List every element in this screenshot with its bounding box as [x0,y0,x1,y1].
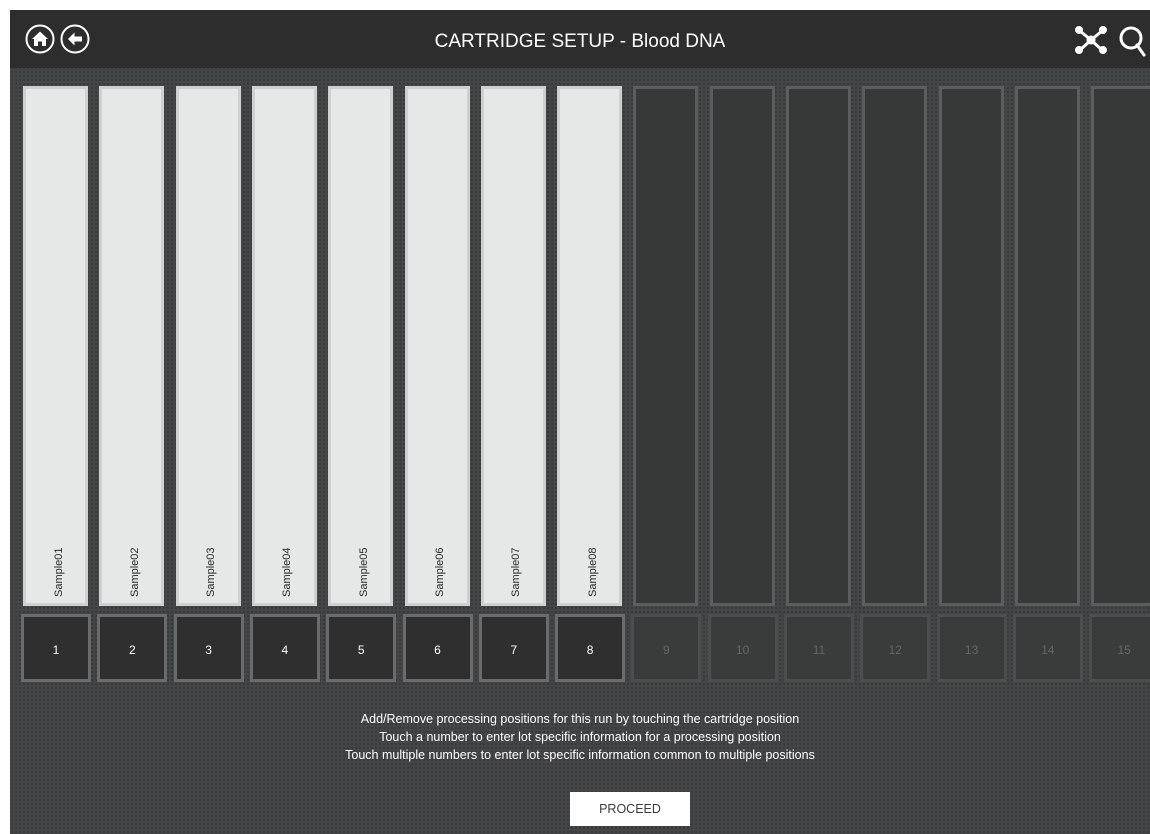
sample-label: Sample06 [434,547,446,597]
cartridge-slot-10[interactable] [709,86,775,606]
network-button[interactable] [1072,24,1110,61]
sample-label: Sample01 [52,547,65,597]
sample-label: Sample03 [205,547,218,597]
cartridge-slot-1[interactable]: Sample01 [23,86,88,606]
position-number-10[interactable]: 10 [707,614,778,682]
instruction-line: Add/Remove processing positions for this… [360,712,800,726]
position-number-9[interactable]: 9 [631,614,702,682]
position-number-5[interactable]: 5 [326,614,397,682]
cartridge-slot-12[interactable] [862,86,928,606]
position-number-14[interactable]: 14 [1012,614,1083,682]
sample-label: Sample05 [357,547,370,597]
cartridge-slot-15[interactable] [1091,86,1150,606]
position-number-8[interactable]: 8 [555,614,626,682]
header-bar: CARTRIDGE SETUP - Blood DNA [10,10,1150,68]
position-number-11[interactable]: 11 [784,614,854,682]
position-number-13[interactable]: 13 [936,614,1007,682]
cartridge-slot-6[interactable]: Sample06 [404,86,470,606]
position-number-4[interactable]: 4 [249,614,320,682]
instruction-line: Touch multiple numbers to enter lot spec… [345,748,815,762]
position-number-3[interactable]: 3 [173,614,244,682]
sample-label: Sample04 [281,547,294,597]
sample-label: Sample07 [510,547,523,597]
cartridge-slot-4[interactable]: Sample04 [251,86,317,606]
cartridge-slot-9[interactable] [633,86,699,606]
cartridge-slot-7[interactable]: Sample07 [480,86,546,606]
position-number-2[interactable]: 2 [97,614,168,682]
instructions: Add/Remove processing positions for this… [10,710,1150,764]
network-icon [1075,26,1107,54]
cartridge-slot-5[interactable]: Sample05 [328,86,394,606]
position-number-6[interactable]: 6 [402,614,473,682]
position-number-7[interactable]: 7 [478,614,549,682]
cartridge-slot-8[interactable]: Sample08 [557,86,623,606]
search-icon [1119,26,1146,57]
cartridge-slot-2[interactable]: Sample02 [99,86,165,606]
search-button[interactable] [1117,24,1147,63]
cartridge-slot-11[interactable] [786,86,851,606]
instruction-line: Touch a number to enter lot specific inf… [379,730,781,744]
position-number-15[interactable]: 15 [1089,614,1150,682]
proceed-button[interactable]: PROCEED [570,792,690,826]
page-title: CARTRIDGE SETUP - Blood DNA [434,31,726,52]
cartridge-setup-screen: CARTRIDGE SETUP - Blood DNA Sample01 Sam… [10,10,1150,834]
cartridge-slot-14[interactable] [1014,86,1080,606]
cartridge-slot-13[interactable] [938,86,1004,606]
cartridge-slot-3[interactable]: Sample03 [175,86,241,606]
sample-label: Sample02 [128,547,141,597]
sample-label: Sample08 [586,547,599,597]
position-number-1[interactable]: 1 [21,614,91,682]
position-number-12[interactable]: 12 [860,614,931,682]
